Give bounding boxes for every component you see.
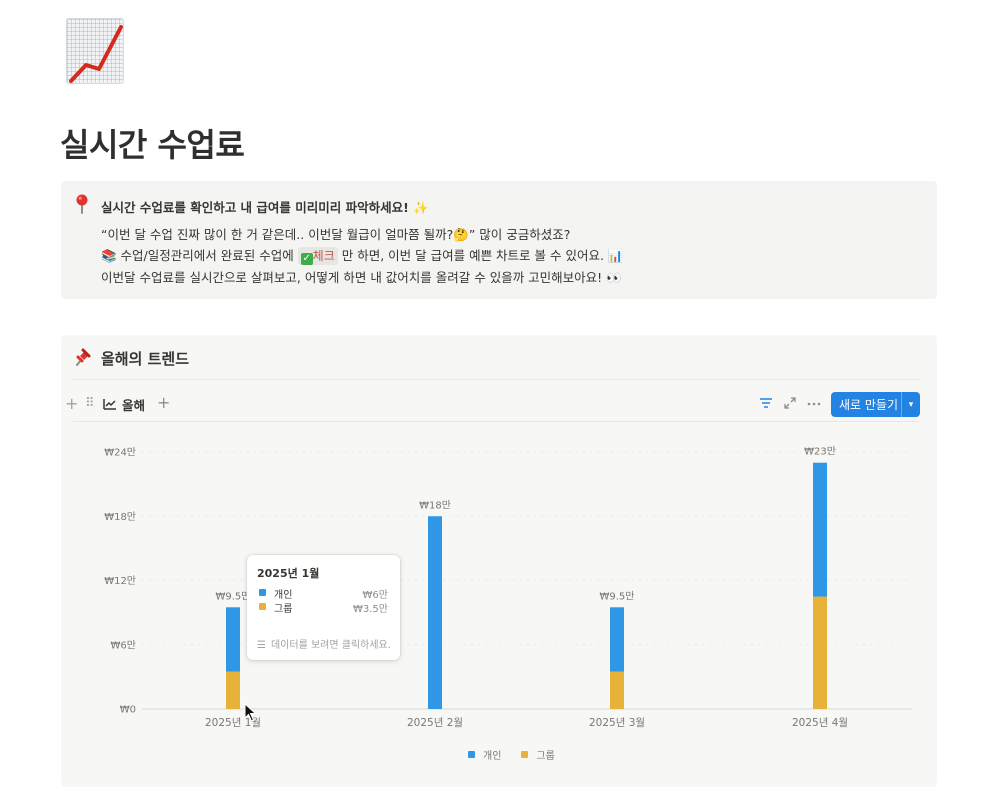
legend-swatch-personal — [468, 751, 475, 758]
bar-total-label: ₩23만 — [804, 446, 836, 458]
legend-label-group: 그룹 — [536, 751, 555, 762]
bar-segment-personal — [610, 607, 624, 672]
y-tick-label: ₩6만 — [111, 639, 136, 651]
tooltip-hint[interactable]: ☰ 데이터를 보려면 클릭하세요. — [257, 636, 391, 651]
y-tick-label: ₩12만 — [104, 575, 136, 587]
legend-item-personal[interactable]: 개인 — [468, 747, 501, 762]
tooltip-swatch-group — [259, 603, 266, 610]
chart-tooltip: 2025년 1월 개인 ₩6만 그룹 ₩3.5만 ☰ 데이터를 보려면 클릭하세요… — [247, 555, 400, 660]
bar-segment-personal — [226, 607, 240, 672]
list-icon: ☰ — [257, 640, 266, 651]
x-tick-label: 2025년 2월 — [407, 717, 463, 729]
tooltip-row-name: 개인 — [274, 590, 293, 601]
bar-segment-group — [610, 671, 624, 709]
bar-total-label: ₩18만 — [419, 499, 451, 511]
tooltip-row-group: 그룹 ₩3.5만 — [257, 600, 390, 615]
bar-segment-personal — [428, 516, 442, 709]
legend-swatch-group — [521, 751, 529, 758]
bar-segment-personal — [813, 462, 827, 597]
x-tick-label: 2025년 3월 — [589, 717, 645, 729]
legend-label-personal: 개인 — [483, 751, 502, 762]
tooltip-row-name: 그룹 — [274, 604, 293, 615]
tooltip-title: 2025년 1월 — [257, 567, 320, 580]
mouse-cursor-icon — [244, 703, 257, 722]
y-tick-label: ₩18만 — [104, 511, 136, 523]
tooltip-row-personal: 개인 ₩6만 — [257, 586, 390, 601]
tooltip-swatch-personal — [259, 589, 266, 596]
chart-legend: 개인 그룹 — [468, 747, 575, 762]
y-tick-label: ₩0 — [120, 705, 136, 716]
bar-segment-group — [813, 596, 827, 709]
trend-bar-chart: ₩0 ₩6만 ₩12만 ₩18만 ₩24만 ₩9.5만 2025년 1월 ₩18만 2025년 … — [104, 446, 912, 729]
bar-total-label: ₩9.5만 — [600, 590, 635, 602]
tooltip-row-value: ₩3.5만 — [353, 604, 388, 615]
legend-item-group[interactable]: 그룹 — [521, 747, 555, 762]
tooltip-hint-label: 데이터를 보려면 클릭하세요. — [270, 640, 391, 651]
x-tick-label: 2025년 4월 — [792, 717, 848, 729]
y-tick-label: ₩24만 — [104, 447, 136, 459]
tooltip-row-value: ₩6만 — [362, 590, 388, 601]
bar-segment-group — [226, 671, 240, 709]
bar-total-label: ₩9.5만 — [216, 590, 251, 602]
